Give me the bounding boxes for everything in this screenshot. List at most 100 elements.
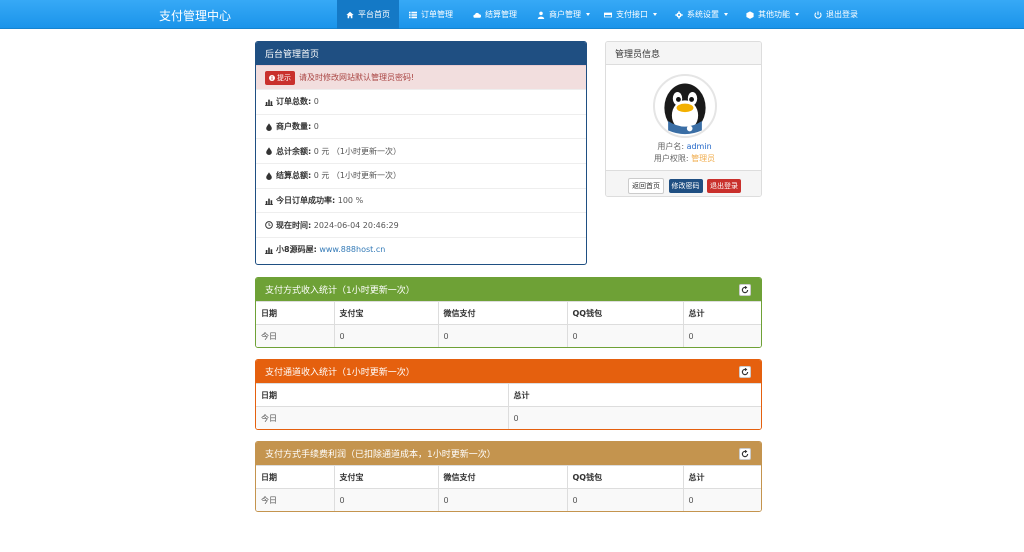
credit-card-icon bbox=[604, 12, 612, 17]
stat-label: 商户数量: bbox=[276, 122, 312, 132]
nav-orders[interactable]: 订单管理 bbox=[400, 0, 462, 29]
fee-profit-stats-table: 日期 支付宝 微信支付 QQ钱包 总计 今日 0 0 0 0 bbox=[256, 465, 761, 511]
dashboard-panel: 后台管理首页 提示 请及时修改网站默认管理员密码! 订单总数: 0 商户数量: … bbox=[255, 41, 587, 265]
dashboard-title: 后台管理首页 bbox=[256, 42, 586, 65]
bar-chart-icon bbox=[265, 247, 273, 254]
site-link[interactable]: www.888host.cn bbox=[319, 245, 385, 254]
username-label: 用户名: bbox=[657, 142, 685, 151]
panel-title-text: 支付方式手续费利润（已扣除通道成本，1小时更新一次） bbox=[265, 450, 496, 460]
cloud-icon bbox=[473, 12, 481, 18]
stat-value: 2024-06-04 20:46:29 bbox=[313, 220, 399, 230]
logout-button[interactable]: 退出登录 bbox=[707, 179, 742, 193]
avatar bbox=[653, 74, 717, 138]
change-password-button[interactable]: 修改密码 bbox=[668, 179, 703, 193]
brand-title[interactable]: 支付管理中心 bbox=[159, 7, 231, 24]
channel-stats-table: 日期 总计 今日 0 bbox=[256, 383, 761, 429]
nav-home[interactable]: 平台首页 bbox=[337, 0, 399, 29]
info-icon bbox=[269, 74, 275, 81]
refresh-icon bbox=[741, 368, 749, 376]
fee-profit-stats-title: 支付方式手续费利润（已扣除通道成本，1小时更新一次） bbox=[256, 442, 761, 465]
stat-label: 订单总数: bbox=[276, 97, 312, 107]
stat-label: 结算总额: bbox=[276, 171, 312, 181]
nav-settlement[interactable]: 结算管理 bbox=[464, 0, 526, 29]
table-row: 今日 0 0 0 0 bbox=[256, 488, 761, 511]
username-value: admin bbox=[686, 142, 712, 151]
column-header: 微信支付 bbox=[437, 301, 567, 325]
nav-orders-label: 订单管理 bbox=[421, 10, 453, 19]
bar-chart-icon bbox=[265, 198, 273, 205]
nav-payment-api[interactable]: 支付接口 bbox=[595, 0, 666, 29]
table-row: 今日 0 0 0 0 bbox=[256, 324, 761, 347]
stat-value: 0 bbox=[313, 97, 319, 107]
nav-logout-label: 退出登录 bbox=[826, 10, 858, 19]
home-icon bbox=[346, 11, 354, 18]
column-header: QQ钱包 bbox=[566, 301, 683, 325]
table-cell: 0 bbox=[507, 406, 761, 429]
admin-panel: 管理员信息 用户名: admin 用户权限: 管理员 返回首页 修改密码 退出登… bbox=[605, 41, 762, 197]
stat-label: 总计余额: bbox=[276, 146, 312, 156]
alert-text: 请及时修改网站默认管理员密码! bbox=[299, 73, 415, 82]
stat-row-current-time: 现在时间: 2024-06-04 20:46:29 bbox=[256, 212, 586, 237]
nav-merchants[interactable]: 商户管理 bbox=[528, 0, 599, 29]
chevron-down-icon bbox=[724, 13, 728, 16]
column-header: 日期 bbox=[256, 301, 334, 325]
stat-value: 0 元 （1小时更新一次） bbox=[313, 146, 402, 156]
stat-value: 0 bbox=[313, 122, 319, 132]
stat-row-balance: 总计余额: 0 元 （1小时更新一次） bbox=[256, 138, 586, 163]
nav-system-settings-label: 系统设置 bbox=[687, 10, 719, 19]
admin-actions: 返回首页 修改密码 退出登录 bbox=[606, 170, 761, 196]
chevron-down-icon bbox=[586, 13, 590, 16]
payment-method-stats-title: 支付方式收入统计（1小时更新一次） bbox=[256, 278, 761, 301]
nav-merchants-label: 商户管理 bbox=[549, 10, 581, 19]
back-home-button[interactable]: 返回首页 bbox=[627, 178, 664, 194]
table-cell: 0 bbox=[437, 488, 567, 511]
panel-title-text: 支付方式收入统计（1小时更新一次） bbox=[265, 286, 415, 296]
table-cell: 今日 bbox=[256, 324, 334, 347]
nav-logout[interactable]: 退出登录 bbox=[805, 0, 867, 29]
nav-system-settings[interactable]: 系统设置 bbox=[666, 0, 737, 29]
cube-icon bbox=[746, 10, 754, 19]
stat-row-settled: 结算总额: 0 元 （1小时更新一次） bbox=[256, 163, 586, 188]
table-cell: 今日 bbox=[256, 406, 508, 429]
user-icon bbox=[537, 11, 545, 19]
refresh-button[interactable] bbox=[739, 448, 751, 460]
stat-row-success-rate: 今日订单成功率: 100 % bbox=[256, 187, 586, 213]
role-label: 用户权限: bbox=[653, 154, 689, 163]
top-navbar: 支付管理中心 平台首页 订单管理 结算管理 商户管理 支付接口 系统设置 其他功… bbox=[0, 0, 1024, 29]
role-line: 用户权限: 管理员 bbox=[606, 153, 761, 164]
role-value: 管理员 bbox=[691, 154, 716, 163]
drop-icon bbox=[266, 122, 272, 131]
nav-other-functions[interactable]: 其他功能 bbox=[737, 0, 808, 29]
nav-other-functions-label: 其他功能 bbox=[758, 10, 790, 19]
refresh-button[interactable] bbox=[739, 284, 751, 296]
column-header: 微信支付 bbox=[437, 465, 567, 489]
refresh-icon bbox=[741, 286, 749, 294]
alert-badge: 提示 bbox=[265, 70, 295, 85]
table-cell: 0 bbox=[437, 324, 567, 347]
column-header: 日期 bbox=[256, 465, 334, 489]
column-header: 总计 bbox=[682, 301, 761, 325]
column-header: 总计 bbox=[507, 383, 761, 407]
stat-value: 0 元 （1小时更新一次） bbox=[313, 171, 402, 181]
column-header: 支付宝 bbox=[333, 301, 438, 325]
table-cell: 0 bbox=[566, 324, 683, 347]
stat-row-site: 小8源码屋: www.888host.cn bbox=[256, 237, 586, 262]
stat-label: 现在时间: bbox=[276, 220, 312, 230]
stat-value: 100 % bbox=[337, 196, 364, 206]
column-header: 日期 bbox=[256, 383, 508, 407]
channel-stats-panel: 支付通道收入统计（1小时更新一次） 日期 总计 今日 0 bbox=[255, 359, 762, 430]
refresh-icon bbox=[741, 450, 749, 458]
nav-home-label: 平台首页 bbox=[358, 10, 390, 19]
stat-label: 今日订单成功率: bbox=[276, 196, 336, 206]
payment-method-stats-panel: 支付方式收入统计（1小时更新一次） 日期 支付宝 微信支付 QQ钱包 总计 今日… bbox=[255, 277, 762, 348]
username-line: 用户名: admin bbox=[606, 141, 761, 152]
panel-title-text: 支付通道收入统计（1小时更新一次） bbox=[265, 368, 415, 378]
table-cell: 0 bbox=[333, 488, 438, 511]
chevron-down-icon bbox=[795, 13, 799, 16]
stat-row-merchants: 商户数量: 0 bbox=[256, 113, 586, 139]
power-icon bbox=[814, 10, 822, 19]
payment-method-stats-table: 日期 支付宝 微信支付 QQ钱包 总计 今日 0 0 0 0 bbox=[256, 301, 761, 347]
table-cell: 0 bbox=[682, 488, 761, 511]
list-icon bbox=[409, 11, 417, 18]
refresh-button[interactable] bbox=[739, 366, 751, 378]
